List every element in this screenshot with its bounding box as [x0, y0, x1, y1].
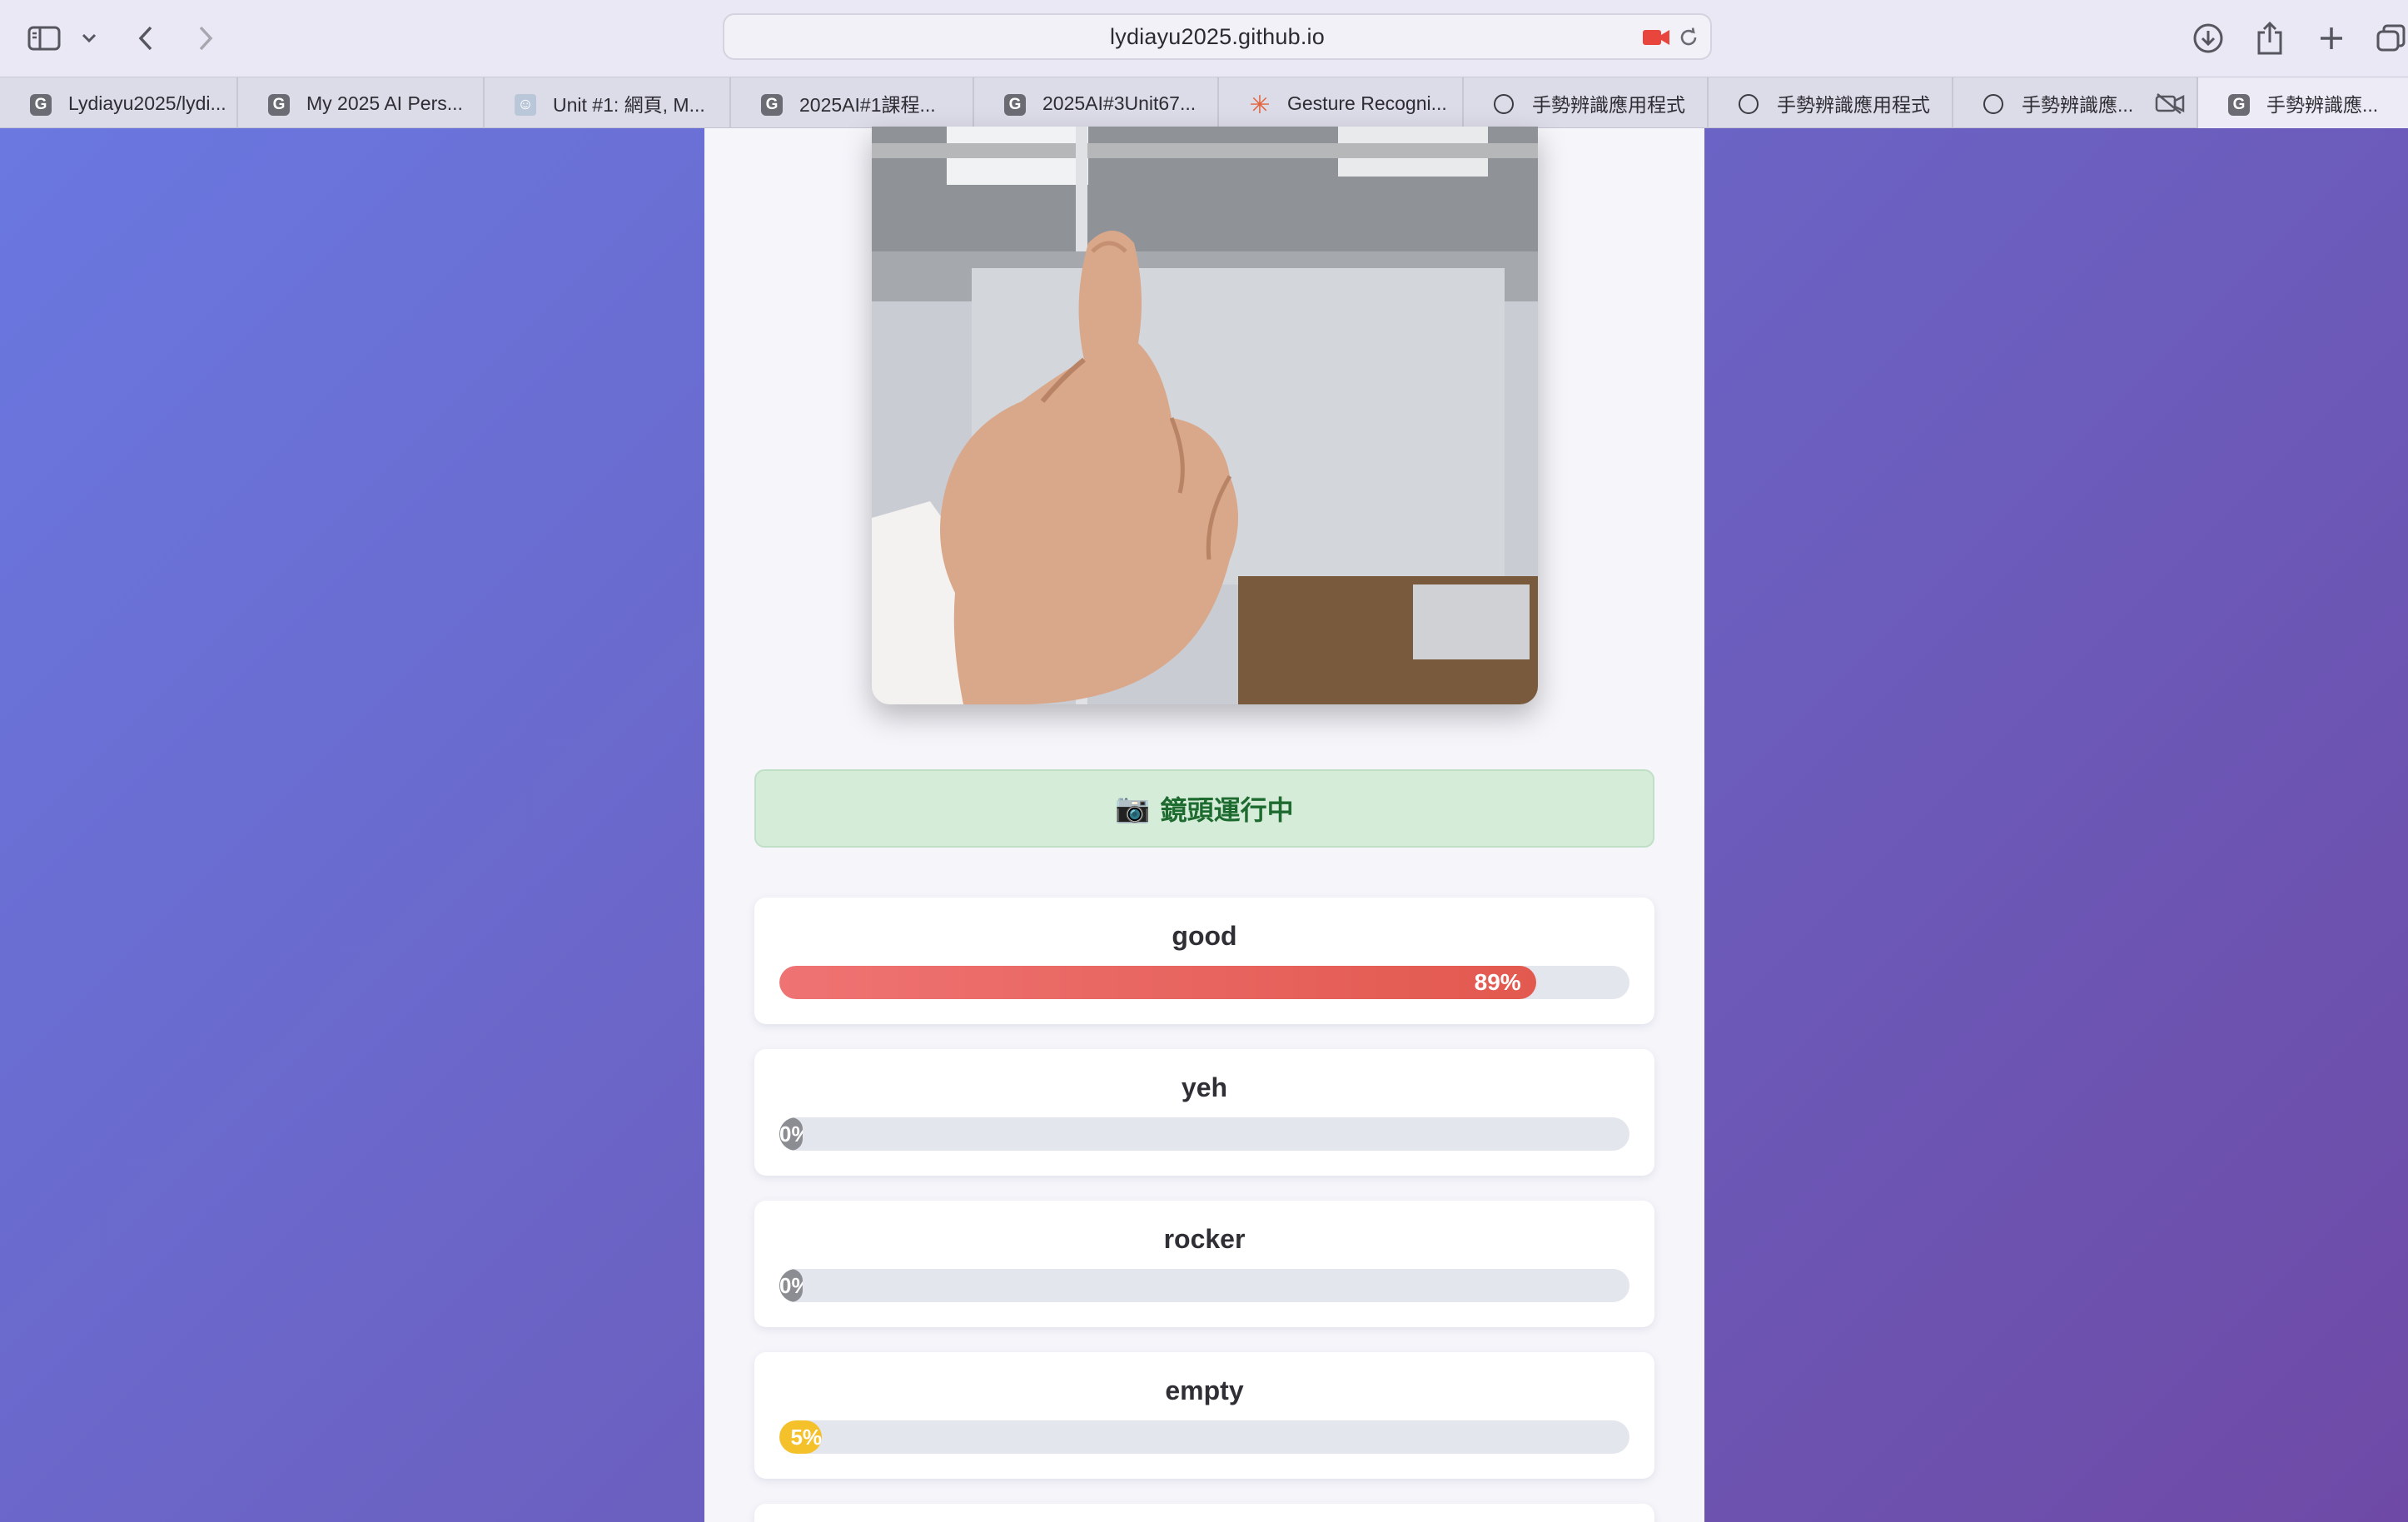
camera-in-use-icon[interactable] — [1642, 27, 1670, 52]
prediction-yeh: yeh 0% — [754, 1049, 1654, 1176]
tab-strip: G Lydiayu2025/lydi... G My 2025 AI Pers.… — [0, 77, 2408, 129]
confidence-bar: 5% — [779, 1420, 823, 1454]
tab-gesture-recognizer[interactable]: ✳ Gesture Recogni... — [1219, 77, 1464, 129]
confidence-track: 89% — [779, 966, 1629, 999]
prediction-empty: empty 5% — [754, 1352, 1654, 1479]
g-favicon-icon: G — [761, 94, 783, 116]
g-favicon-icon: G — [30, 94, 52, 116]
prediction-label: empty — [1165, 1375, 1244, 1405]
tab-label: My 2025 AI Pers... — [306, 92, 463, 114]
webcam-image — [872, 127, 1538, 704]
tab-label: 2025AI#1課程... — [799, 94, 936, 116]
url-text: lydiayu2025.github.io — [1110, 23, 1325, 49]
tab-2025ai-3[interactable]: G 2025AI#3Unit67... — [974, 77, 1219, 129]
camera-off-icon[interactable] — [2155, 92, 2185, 119]
tab-gesture-app-2[interactable]: 手勢辨識應用程式 — [1709, 77, 1953, 129]
compass-icon — [1494, 94, 1514, 114]
back-arrow-icon[interactable] — [133, 15, 158, 62]
confidence-value: 0% — [779, 1272, 803, 1298]
tab-label: Lydiayu2025/lydi... — [68, 92, 226, 114]
tab-label: Gesture Recogni... — [1287, 92, 1447, 114]
prediction-label: yeh — [1181, 1072, 1228, 1102]
prediction-rocker: rocker 0% — [754, 1201, 1654, 1327]
downloads-icon[interactable] — [2190, 15, 2226, 62]
confidence-bar: 0% — [779, 1269, 803, 1302]
tab-gesture-app-active[interactable]: G 手勢辨識應... — [2198, 77, 2408, 129]
tab-label: 手勢辨識應... — [2266, 94, 2379, 116]
g-favicon-icon: G — [268, 94, 290, 116]
tab-2025ai-1[interactable]: G 2025AI#1課程... — [731, 77, 974, 129]
prediction-good: good 89% — [754, 898, 1654, 1024]
camera-status-banner: 📷 鏡頭運行中 — [754, 769, 1654, 848]
g-favicon-icon: G — [2228, 94, 2250, 116]
tab-ai-persona[interactable]: G My 2025 AI Pers... — [238, 77, 485, 129]
tab-label: 2025AI#3Unit67... — [1042, 92, 1197, 114]
reload-icon[interactable] — [1677, 26, 1700, 53]
tab-overview-icon[interactable] — [2375, 15, 2408, 62]
confidence-bar: 89% — [779, 966, 1536, 999]
browser-toolbar: lydiayu2025.github.io — [0, 0, 2408, 77]
prediction-label: rocker — [1163, 1224, 1246, 1254]
avatar-favicon-icon: ☺ — [515, 94, 536, 116]
confidence-bar: 0% — [779, 1117, 803, 1151]
confidence-track: 5% — [779, 1420, 1629, 1454]
confidence-value: 89% — [1474, 969, 1521, 995]
sidebar-toggle-icon[interactable] — [25, 15, 63, 62]
forward-arrow-icon[interactable] — [193, 15, 218, 62]
camera-status-text: 鏡頭運行中 — [1160, 795, 1294, 825]
tab-label: 手勢辨識應用程式 — [1532, 94, 1685, 116]
new-tab-plus-icon[interactable] — [2315, 15, 2348, 62]
confidence-value: 0% — [779, 1121, 803, 1146]
tab-gesture-app-1[interactable]: 手勢辨識應用程式 — [1464, 77, 1709, 129]
compass-icon — [1983, 94, 2003, 114]
tab-lydiayu-repo[interactable]: G Lydiayu2025/lydi... — [0, 77, 238, 129]
address-bar[interactable]: lydiayu2025.github.io — [723, 13, 1712, 60]
tab-label: 手勢辨識應用程式 — [1777, 94, 1930, 116]
prediction-label: good — [1172, 921, 1237, 951]
tab-unit1[interactable]: ☺ Unit #1: 網頁, M... — [485, 77, 731, 129]
confidence-track: 0% — [779, 1117, 1629, 1151]
webcam-feed — [872, 127, 1538, 704]
chevron-down-icon[interactable] — [78, 15, 100, 62]
tab-gesture-app-3[interactable]: 手勢辨識應... — [1953, 77, 2198, 129]
confidence-track: 0% — [779, 1269, 1629, 1302]
compass-icon — [1739, 94, 1759, 114]
tab-label: Unit #1: 網頁, M... — [553, 94, 705, 116]
share-icon[interactable] — [2253, 15, 2286, 62]
tab-label: 手勢辨識應... — [2022, 94, 2134, 116]
confidence-value: 5% — [790, 1424, 823, 1450]
sparkle-favicon-icon: ✳ — [1249, 91, 1271, 119]
camera-icon: 📷 — [1115, 793, 1151, 824]
prediction-next — [754, 1504, 1654, 1522]
g-favicon-icon: G — [1004, 94, 1026, 116]
